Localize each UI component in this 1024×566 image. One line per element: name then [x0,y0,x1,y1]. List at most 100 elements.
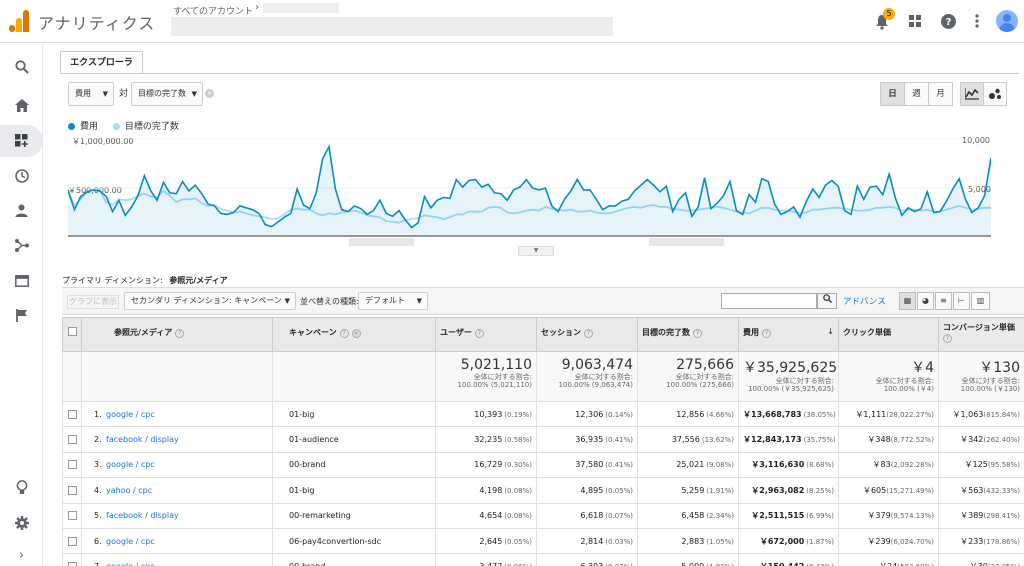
row-checkbox[interactable] [68,409,77,419]
campaign-value[interactable]: 06-pay4convertion-sdc [289,537,381,546]
users-pct: (0.08%) [504,486,532,495]
table-search-input[interactable] [721,293,817,309]
col-cost[interactable]: 費用? ↓ [738,317,839,352]
cost-cell: ￥2,963,082 (8.25%) [738,477,839,504]
table-row[interactable]: 7.google / cpc 00-brand 3,477(0.06%)6,393(… [62,553,1024,566]
help-icon[interactable]: ? [584,329,593,338]
period-week-button[interactable]: 週 [904,82,929,106]
help-icon[interactable]: ? [175,329,185,338]
behavior-icon[interactable] [0,265,43,297]
performance-view-icon[interactable]: ≡ [935,292,952,310]
user-avatar[interactable] [996,10,1018,32]
row-checkbox[interactable] [68,511,77,521]
caret-down-icon: ▼ [102,90,108,98]
col-cpc[interactable]: クリック単価 [838,317,939,352]
audience-person-icon[interactable] [0,195,43,227]
row-checkbox[interactable] [68,562,77,566]
advanced-filter-link[interactable]: アドバンス [843,295,886,307]
col-source-medium[interactable]: 参照元/メディア? [81,317,273,352]
table-row[interactable]: 5. facebook / display 00-remarketing 4,654(… [62,503,1024,529]
account-name-redacted[interactable] [263,3,339,13]
table-row[interactable]: 3. google / cpc 00-brand 16,729 (0.30%) 37,58… [62,452,1024,479]
comparison-view-icon[interactable]: ⊢ [953,292,970,310]
row-checkbox[interactable] [68,536,77,546]
source-medium-link[interactable]: google / cpc [106,410,155,419]
table-view-icon[interactable]: ▦ [899,292,916,310]
table-row[interactable]: 1. google / cpc 01-big 10,393 (0.19%) 12,306(… [62,401,1024,428]
apps-grid-icon[interactable] [903,10,927,32]
tab-explorer[interactable]: エクスプローラ [60,51,143,74]
goals-pct: (2.34%) [706,512,734,521]
source-medium-link[interactable]: facebook / display [106,435,179,444]
period-month-button[interactable]: 月 [928,82,953,106]
source-medium-link[interactable]: google / cpc [106,562,155,566]
discover-lightbulb-icon[interactable] [0,472,43,504]
remove-dimension-icon[interactable]: × [351,329,361,338]
more-vert-icon[interactable] [965,10,989,32]
row-checkbox[interactable] [68,435,77,445]
col-sessions[interactable]: セッション? [536,317,638,352]
plot-rows-button[interactable]: グラフに表示 [67,295,119,309]
conversions-flag-icon[interactable] [0,300,43,332]
campaign-value[interactable]: 00-brand [289,562,325,566]
col-campaign[interactable]: キャンペーン? × [272,317,436,352]
row-checkbox[interactable] [68,460,77,470]
campaign-value[interactable]: 01-big [289,410,314,419]
table-row[interactable]: 6. google / cpc 06-pay4convertion-sdc 2,645… [62,528,1024,555]
collapse-chart-handle[interactable]: ▼ [518,246,554,256]
col-cpa[interactable]: コンバージョン単価? [938,317,1024,352]
line-chart[interactable] [68,138,991,244]
sort-type-select[interactable]: デフォルト ▼ [358,292,428,310]
search-icon[interactable] [817,293,837,309]
pivot-view-icon[interactable]: ▥ [971,292,990,310]
table-row[interactable]: 2. facebook / display 01-audience 32,235 (0.… [62,426,1024,453]
help-icon[interactable]: ? [474,329,484,338]
acquisition-icon[interactable] [0,230,43,262]
campaign-value[interactable]: 00-remarketing [289,511,351,520]
row-checkbox[interactable] [68,485,77,495]
analytics-logo[interactable] [8,8,30,32]
metric1-select[interactable]: 費用 ▼ [68,82,114,106]
analytics-app: アナリティクス すべてのアカウント › 5 ? › エクスプローラ 費用 ▼ 対… [0,0,1024,566]
remove-comparison-icon[interactable]: ✕ [205,89,214,98]
motion-chart-toggle-icon[interactable] [983,82,1007,106]
primary-dimension-value[interactable]: 参照元/メディア [169,276,227,285]
legend-series1[interactable]: 費用 [80,122,98,132]
table-row[interactable]: 4. yahoo / cpc 01-big 4,198 (0.08%) 4,895 (0.0… [62,477,1024,504]
col-users[interactable]: ユーザー? [435,317,537,352]
legend-series2[interactable]: 目標の完了数 [125,122,179,132]
help-icon[interactable]: ? [936,10,960,32]
help-icon[interactable]: ? [339,329,349,338]
search-icon[interactable] [0,51,43,83]
admin-gear-icon[interactable] [0,507,43,539]
col-goal-completions[interactable]: 目標の完了数? [637,317,739,352]
source-medium-link[interactable]: facebook / display [106,511,179,520]
help-icon[interactable]: ? [762,329,771,338]
customization-dashboard-icon[interactable] [0,125,43,157]
metric2-select[interactable]: 目標の完了数 ▼ [131,82,203,106]
period-day-button[interactable]: 日 [880,82,905,106]
account-breadcrumb[interactable]: すべてのアカウント [173,4,253,17]
source-medium-link[interactable]: google / cpc [106,460,155,469]
expand-nav-chevron-icon[interactable]: › [0,540,43,566]
pie-view-icon[interactable]: ◕ [917,292,934,310]
help-icon[interactable]: ? [693,329,702,338]
line-chart-toggle-icon[interactable] [960,82,984,106]
cpa-sub: (298.41%) [983,512,1020,521]
property-selector-redacted[interactable] [171,17,613,36]
source-medium-cell: 6. google / cpc [81,528,273,555]
help-icon[interactable]: ? [943,334,952,343]
select-all-checkbox[interactable] [68,327,77,336]
campaign-value[interactable]: 00-brand [289,460,325,469]
home-icon[interactable] [0,90,43,122]
secondary-dimension-select[interactable]: セカンダリ ディメンション: キャンペーン ▼ [124,292,296,310]
campaign-value[interactable]: 01-audience [289,435,339,444]
cost-value: ￥2,511,515 [751,511,805,521]
sort-desc-arrow-icon[interactable]: ↓ [827,327,834,336]
campaign-value[interactable]: 01-big [289,486,314,495]
cpc-cell: ￥1,111(28,022.27%) [838,401,939,428]
source-medium-link[interactable]: google / cpc [106,537,155,546]
source-medium-link[interactable]: yahoo / cpc [106,486,152,495]
row-checkbox-cell [62,401,82,428]
realtime-clock-icon[interactable] [0,160,43,192]
